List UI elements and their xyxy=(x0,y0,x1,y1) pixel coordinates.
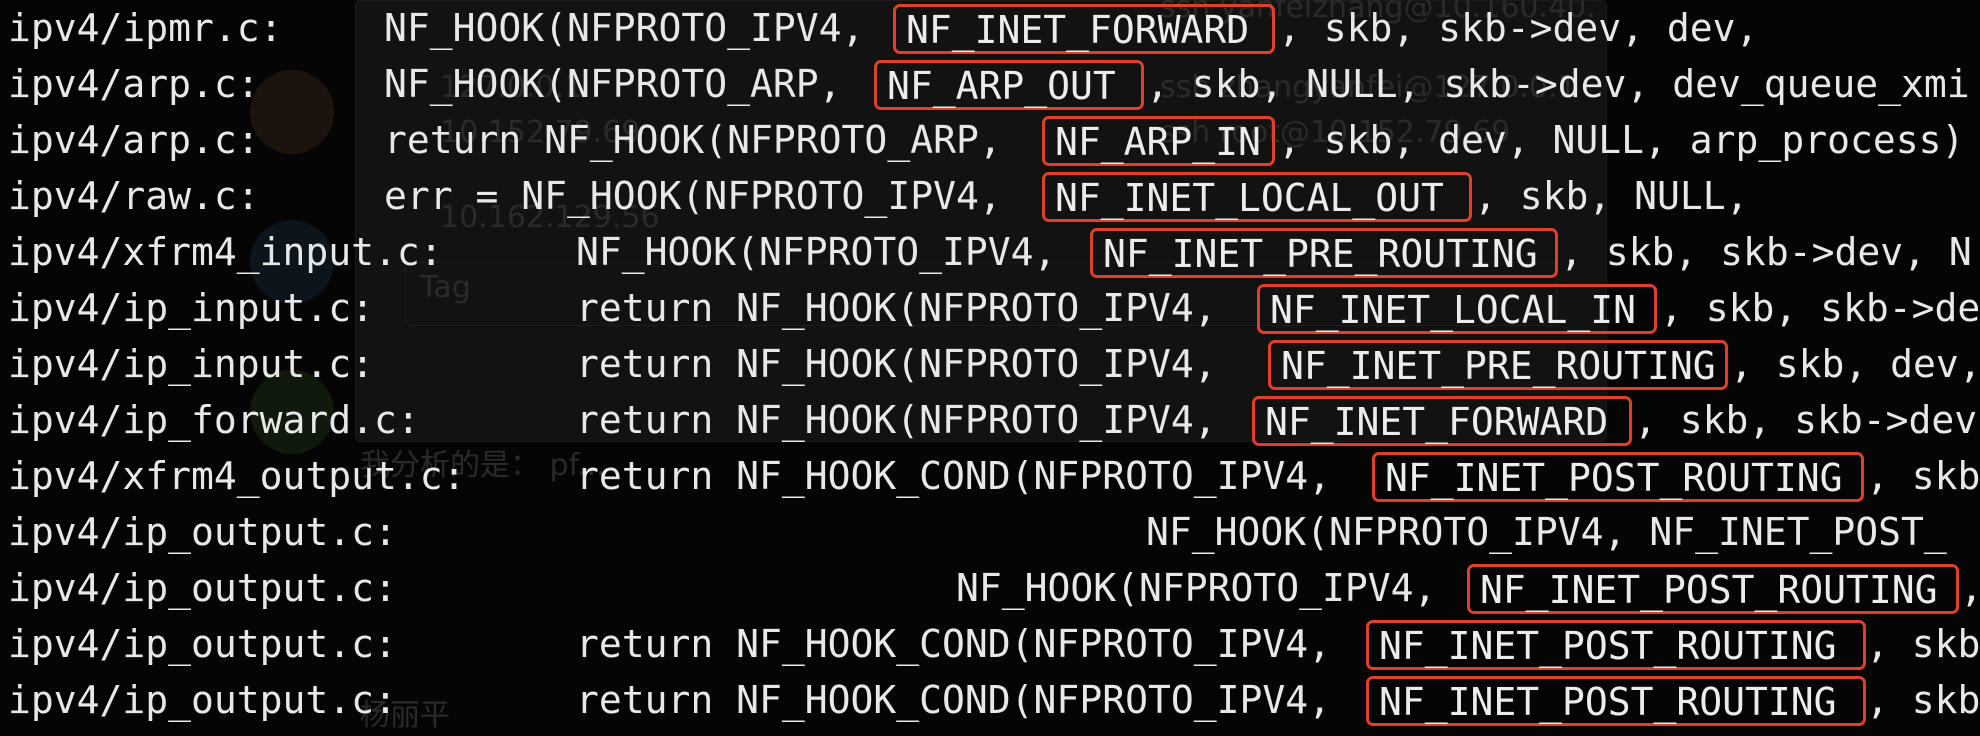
highlighted-hook-name: NF_ARP_IN xyxy=(1042,116,1275,166)
code-after-hook: , skb, dev, xyxy=(1730,342,1980,386)
terminal-window[interactable]: Tag 127.0.0.1 10.152.79.69 10.162.129.56… xyxy=(0,0,1980,736)
code-before-hook: return NF_HOOK(NFPROTO_IPV4, xyxy=(576,286,1240,330)
code-before-hook: NF_HOOK(NFPROTO_ARP, xyxy=(384,62,865,106)
output-line: ipv4/ip_output.c: NF_HOOK(NFPROTO_IPV4, … xyxy=(0,504,1980,560)
code-before-hook: return NF_HOOK(NFPROTO_IPV4, xyxy=(576,398,1240,442)
code-after-hook: , skb xyxy=(1866,678,1980,722)
code-after-hook: , skb xyxy=(1866,454,1980,498)
code-before-hook: return NF_HOOK(NFPROTO_IPV4, xyxy=(576,342,1240,386)
output-line: ipv4/xfrm4_output.c: return NF_HOOK_COND… xyxy=(0,448,1980,504)
highlighted-hook-name: NF_INET_PRE_ROUTING xyxy=(1090,228,1558,278)
output-line: ipv4/ip_output.c: return NF_HOOK_COND(NF… xyxy=(0,616,1980,672)
highlighted-hook-name: NF_INET_FORWARD xyxy=(1252,396,1632,446)
source-file-path: ipv4/ip_output.c: xyxy=(8,566,397,610)
code-after-hook: , skb, skb->dev, N xyxy=(1560,230,1972,274)
source-file-path: ipv4/arp.c: xyxy=(8,62,260,106)
code-before-hook: NF_HOOK(NFPROTO_IPV4, xyxy=(956,566,1460,610)
output-line: ipv4/arp.c: return NF_HOOK(NFPROTO_ARP, … xyxy=(0,112,1980,168)
code-after-hook: , skb xyxy=(1866,622,1980,666)
code-before-hook: return NF_HOOK_COND(NFPROTO_IPV4, xyxy=(576,454,1354,498)
code-after-hook: , skb, NULL, skb->dev, dev_queue_xmi xyxy=(1146,62,1970,106)
code-after-hook: , xyxy=(1960,560,1980,616)
source-file-path: ipv4/ip_forward.c: xyxy=(8,398,420,442)
code-before-hook: return NF_HOOK_COND(NFPROTO_IPV4, xyxy=(576,678,1354,722)
highlighted-hook-name: NF_INET_POST_ROUTING xyxy=(1366,676,1866,726)
highlighted-hook-name: NF_INET_POST_ROUTING xyxy=(1467,564,1959,614)
source-file-path: ipv4/ip_output.c: xyxy=(8,678,397,722)
code-after-hook: , skb, skb->dev xyxy=(1634,398,1978,442)
output-line: ipv4/xfrm4_input.c: NF_HOOK(NFPROTO_IPV4… xyxy=(0,224,1980,280)
output-line: ipv4/ip_forward.c: return NF_HOOK(NFPROT… xyxy=(0,392,1980,448)
source-file-path: ipv4/arp.c: xyxy=(8,118,260,162)
source-file-path: ipv4/ipmr.c: xyxy=(8,6,283,50)
highlighted-hook-name: NF_INET_LOCAL_IN xyxy=(1257,284,1657,334)
output-line: ipv4/ipmr.c: NF_HOOK(NFPROTO_IPV4, NF_IN… xyxy=(0,0,1980,56)
output-line: ipv4/ip_input.c: return NF_HOOK(NFPROTO_… xyxy=(0,336,1980,392)
code-after-hook: , skb, dev, NULL, arp_process) xyxy=(1278,118,1965,162)
output-line: ipv4/arp.c: NF_HOOK(NFPROTO_ARP, NF_ARP_… xyxy=(0,56,1980,112)
highlighted-hook-name: NF_INET_POST_ROUTING xyxy=(1372,452,1864,502)
code-after-hook: , skb, skb->dev, dev, xyxy=(1278,6,1759,50)
code-after-hook: , skb, skb->de xyxy=(1660,286,1980,330)
source-file-path: ipv4/ip_output.c: xyxy=(8,510,397,554)
code-before-hook: NF_HOOK(NFPROTO_IPV4, xyxy=(576,230,1080,274)
highlighted-hook-name: NF_INET_PRE_ROUTING xyxy=(1268,340,1728,390)
output-line: ipv4/ip_output.c: return NF_HOOK_COND(NF… xyxy=(0,672,1980,728)
highlighted-hook-name: NF_ARP_OUT xyxy=(874,60,1144,110)
source-file-path: ipv4/ip_input.c: xyxy=(8,286,375,330)
code-before-hook: return NF_HOOK(NFPROTO_ARP, xyxy=(384,118,1025,162)
code-before-hook: NF_HOOK(NFPROTO_IPV4, NF_INET_POST_ xyxy=(1146,510,1947,554)
source-file-path: ipv4/ip_input.c: xyxy=(8,342,375,386)
source-file-path: ipv4/xfrm4_output.c: xyxy=(8,454,466,498)
output-line: ipv4/raw.c: err = NF_HOOK(NFPROTO_IPV4, … xyxy=(0,168,1980,224)
output-line: ipv4/ip_input.c: return NF_HOOK(NFPROTO_… xyxy=(0,280,1980,336)
code-after-hook: , skb, NULL, xyxy=(1474,174,1749,218)
source-file-path: ipv4/ip_output.c: xyxy=(8,622,397,666)
code-before-hook: err = NF_HOOK(NFPROTO_IPV4, xyxy=(384,174,1025,218)
highlighted-hook-name: NF_INET_FORWARD xyxy=(893,4,1275,54)
highlighted-hook-name: NF_INET_POST_ROUTING xyxy=(1366,620,1866,670)
code-before-hook: return NF_HOOK_COND(NFPROTO_IPV4, xyxy=(576,622,1354,666)
highlighted-hook-name: NF_INET_LOCAL_OUT xyxy=(1042,172,1472,222)
output-line: ipv4/ip_output.c: NF_HOOK(NFPROTO_IPV4, … xyxy=(0,560,1980,616)
source-file-path: ipv4/xfrm4_input.c: xyxy=(8,230,443,274)
source-file-path: ipv4/raw.c: xyxy=(8,174,260,218)
code-before-hook: NF_HOOK(NFPROTO_IPV4, xyxy=(384,6,888,50)
